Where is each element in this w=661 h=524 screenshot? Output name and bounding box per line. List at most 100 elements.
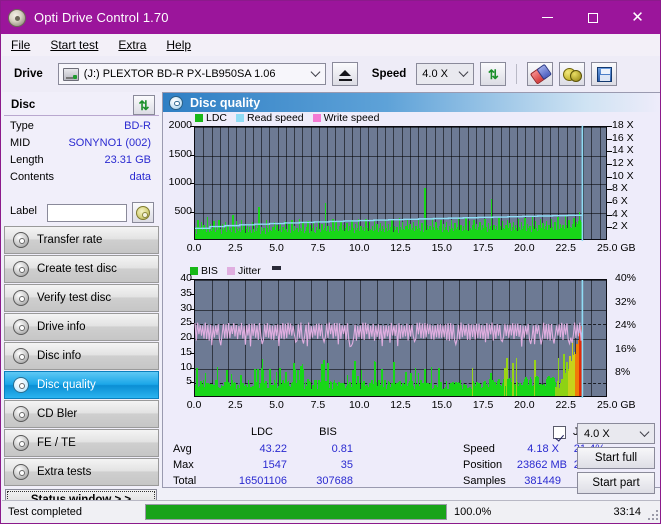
disc-row-contents-key: Contents xyxy=(10,171,55,183)
window-title: Opti Drive Control 1.70 xyxy=(34,10,169,25)
stats-max-ldc: 1547 xyxy=(262,459,287,471)
settings-button[interactable] xyxy=(559,62,586,86)
stats-row-max-label: Max xyxy=(173,459,194,471)
ldc-y2tick-mark xyxy=(607,126,612,127)
ldc-ytick-500: 500 xyxy=(174,204,192,217)
resize-grip[interactable] xyxy=(648,510,658,520)
ldc-ytick-mark xyxy=(190,154,194,156)
ldc-chart: LDC Read speed Write speed 500 1000 1500 20… xyxy=(163,112,660,262)
ldc-y2tick-14: 14 X xyxy=(612,144,634,157)
bis-plot-area xyxy=(194,279,607,398)
legend-label-jitter: Jitter xyxy=(237,265,261,277)
menu-item-help[interactable]: Help xyxy=(166,38,191,52)
sidebar-item-extra-tests[interactable]: Extra tests xyxy=(4,458,159,486)
app-window: Opti Drive Control 1.70 ✕ File Start tes… xyxy=(0,0,661,524)
bis-ytick-mark xyxy=(190,352,194,354)
ldc-ytick-1500: 1500 xyxy=(168,147,192,160)
eject-button[interactable] xyxy=(331,62,358,86)
stats-col-ldc: LDC xyxy=(250,426,273,438)
bis-ytick-mark xyxy=(190,382,194,384)
disc-icon xyxy=(13,348,29,364)
read-disc-label-button[interactable] xyxy=(132,202,154,223)
refresh-drive-button[interactable]: ⇅ xyxy=(480,62,507,86)
disc-row-contents-value: data xyxy=(129,171,151,183)
refresh-disc-button[interactable]: ⇅ xyxy=(133,95,155,115)
sidebar-item-label: Create test disc xyxy=(37,263,117,275)
ldc-y2tick-18: 18 X xyxy=(612,119,634,131)
sidebar-item-disc-quality[interactable]: Disc quality xyxy=(4,371,159,399)
ldc-y2tick-mark xyxy=(607,151,612,153)
menu-bar: File Start test Extra Help xyxy=(2,34,660,56)
menu-item-start-test[interactable]: Start test xyxy=(50,38,98,52)
legend-swatch-write-speed xyxy=(312,114,321,122)
statistics-panel: LDC BIS Jitter Avg 43.22 0.81 21.4% Max … xyxy=(163,423,660,494)
sidebar-item-verify-test-disc[interactable]: Verify test disc xyxy=(4,284,159,312)
save-button[interactable] xyxy=(591,62,618,86)
disc-icon xyxy=(13,319,29,335)
sidebar-item-drive-info[interactable]: Drive info xyxy=(4,313,159,341)
jitter-checkbox[interactable] xyxy=(553,426,566,439)
test-speed-select[interactable]: 4.0 X xyxy=(577,423,655,444)
disc-row-type-key: Type xyxy=(10,120,34,132)
ldc-y2tick-mark xyxy=(607,164,612,165)
bis-y2tick-2: 24% xyxy=(615,319,637,332)
ldc-y2tick-mark xyxy=(607,214,612,216)
minimize-button[interactable] xyxy=(525,1,570,34)
ldc-y2tick-2: 2 X xyxy=(612,220,628,233)
disc-row-type-value: BD-R xyxy=(124,120,151,132)
sidebar-item-disc-info[interactable]: Disc info xyxy=(4,342,159,370)
start-part-button[interactable]: Start part xyxy=(577,472,655,494)
stats-speed-value: 4.18 X xyxy=(527,443,559,455)
bis-xtick-2: 5.0 xyxy=(269,399,284,411)
disc-panel-header: Disc ⇅ xyxy=(4,94,159,116)
start-full-button[interactable]: Start full xyxy=(577,447,655,469)
stats-max-bis: 35 xyxy=(340,459,353,471)
bis-ytick-5: 5 xyxy=(186,375,192,388)
bis-xtick-9: 22.5 xyxy=(555,399,576,411)
stats-speed-label: Speed xyxy=(463,443,495,455)
eraser-icon xyxy=(530,64,551,84)
chevron-down-icon xyxy=(458,67,469,77)
sidebar-item-fe-te[interactable]: FE / TE xyxy=(4,429,159,457)
ldc-y2tick-mark xyxy=(607,189,612,191)
disc-label-input[interactable] xyxy=(47,204,127,222)
bis-xtick-8: 20.0 xyxy=(514,399,535,411)
legend-label-bis: BIS xyxy=(201,265,218,277)
menu-item-file[interactable]: File xyxy=(11,38,30,52)
stats-avg-ldc: 43.22 xyxy=(259,443,287,455)
stats-row-avg-label: Avg xyxy=(173,443,192,455)
stats-col-bis: BIS xyxy=(319,426,337,438)
stats-samples-value: 381449 xyxy=(524,475,561,487)
disc-panel-title: Disc xyxy=(11,98,36,111)
bis-y2tick-0: 8% xyxy=(615,366,631,379)
maximize-button[interactable] xyxy=(570,1,615,34)
bis-xtick-10: 25.0 GB xyxy=(597,399,636,411)
drive-select[interactable]: (J:) PLEXTOR BD-R PX-LB950SA 1.06 xyxy=(57,63,326,85)
sidebar-item-cd-bler[interactable]: CD Bler xyxy=(4,400,159,428)
menu-item-extra[interactable]: Extra xyxy=(118,38,146,52)
menu-extra-label: Extra xyxy=(118,38,147,52)
sidebar-item-transfer-rate[interactable]: Transfer rate xyxy=(4,226,159,254)
save-icon xyxy=(596,66,612,82)
erase-disc-button[interactable] xyxy=(527,62,554,86)
ldc-y2tick-mark xyxy=(607,138,612,140)
ldc-xtick-3: 7.5 xyxy=(310,242,326,254)
chevron-down-icon xyxy=(310,67,321,77)
toolbar-divider xyxy=(516,64,518,84)
speed-select[interactable]: 4.0 X xyxy=(416,63,475,85)
ldc-xtick-8: 20.0 xyxy=(514,242,535,254)
speed-select-value: 4.0 X xyxy=(422,68,448,80)
disc-row-length-value: 23.31 GB xyxy=(104,154,151,166)
status-bar: Test completed 100.0% 33:14 xyxy=(2,500,660,523)
sidebar-item-label: Verify test disc xyxy=(37,292,112,304)
ldc-y2tick-6: 6 X xyxy=(612,195,628,207)
bis-ytick-30: 30 xyxy=(180,301,192,314)
refresh-icon: ⇅ xyxy=(487,66,499,82)
close-button[interactable]: ✕ xyxy=(615,1,660,34)
eject-icon-bar xyxy=(338,78,352,81)
ldc-xtick-4: 10.0 xyxy=(348,242,370,254)
disc-icon xyxy=(13,261,29,277)
ldc-ytick-1000: 1000 xyxy=(168,176,192,188)
legend-entry-write-speed: Write speed xyxy=(312,112,380,124)
sidebar-item-create-test-disc[interactable]: Create test disc xyxy=(4,255,159,283)
